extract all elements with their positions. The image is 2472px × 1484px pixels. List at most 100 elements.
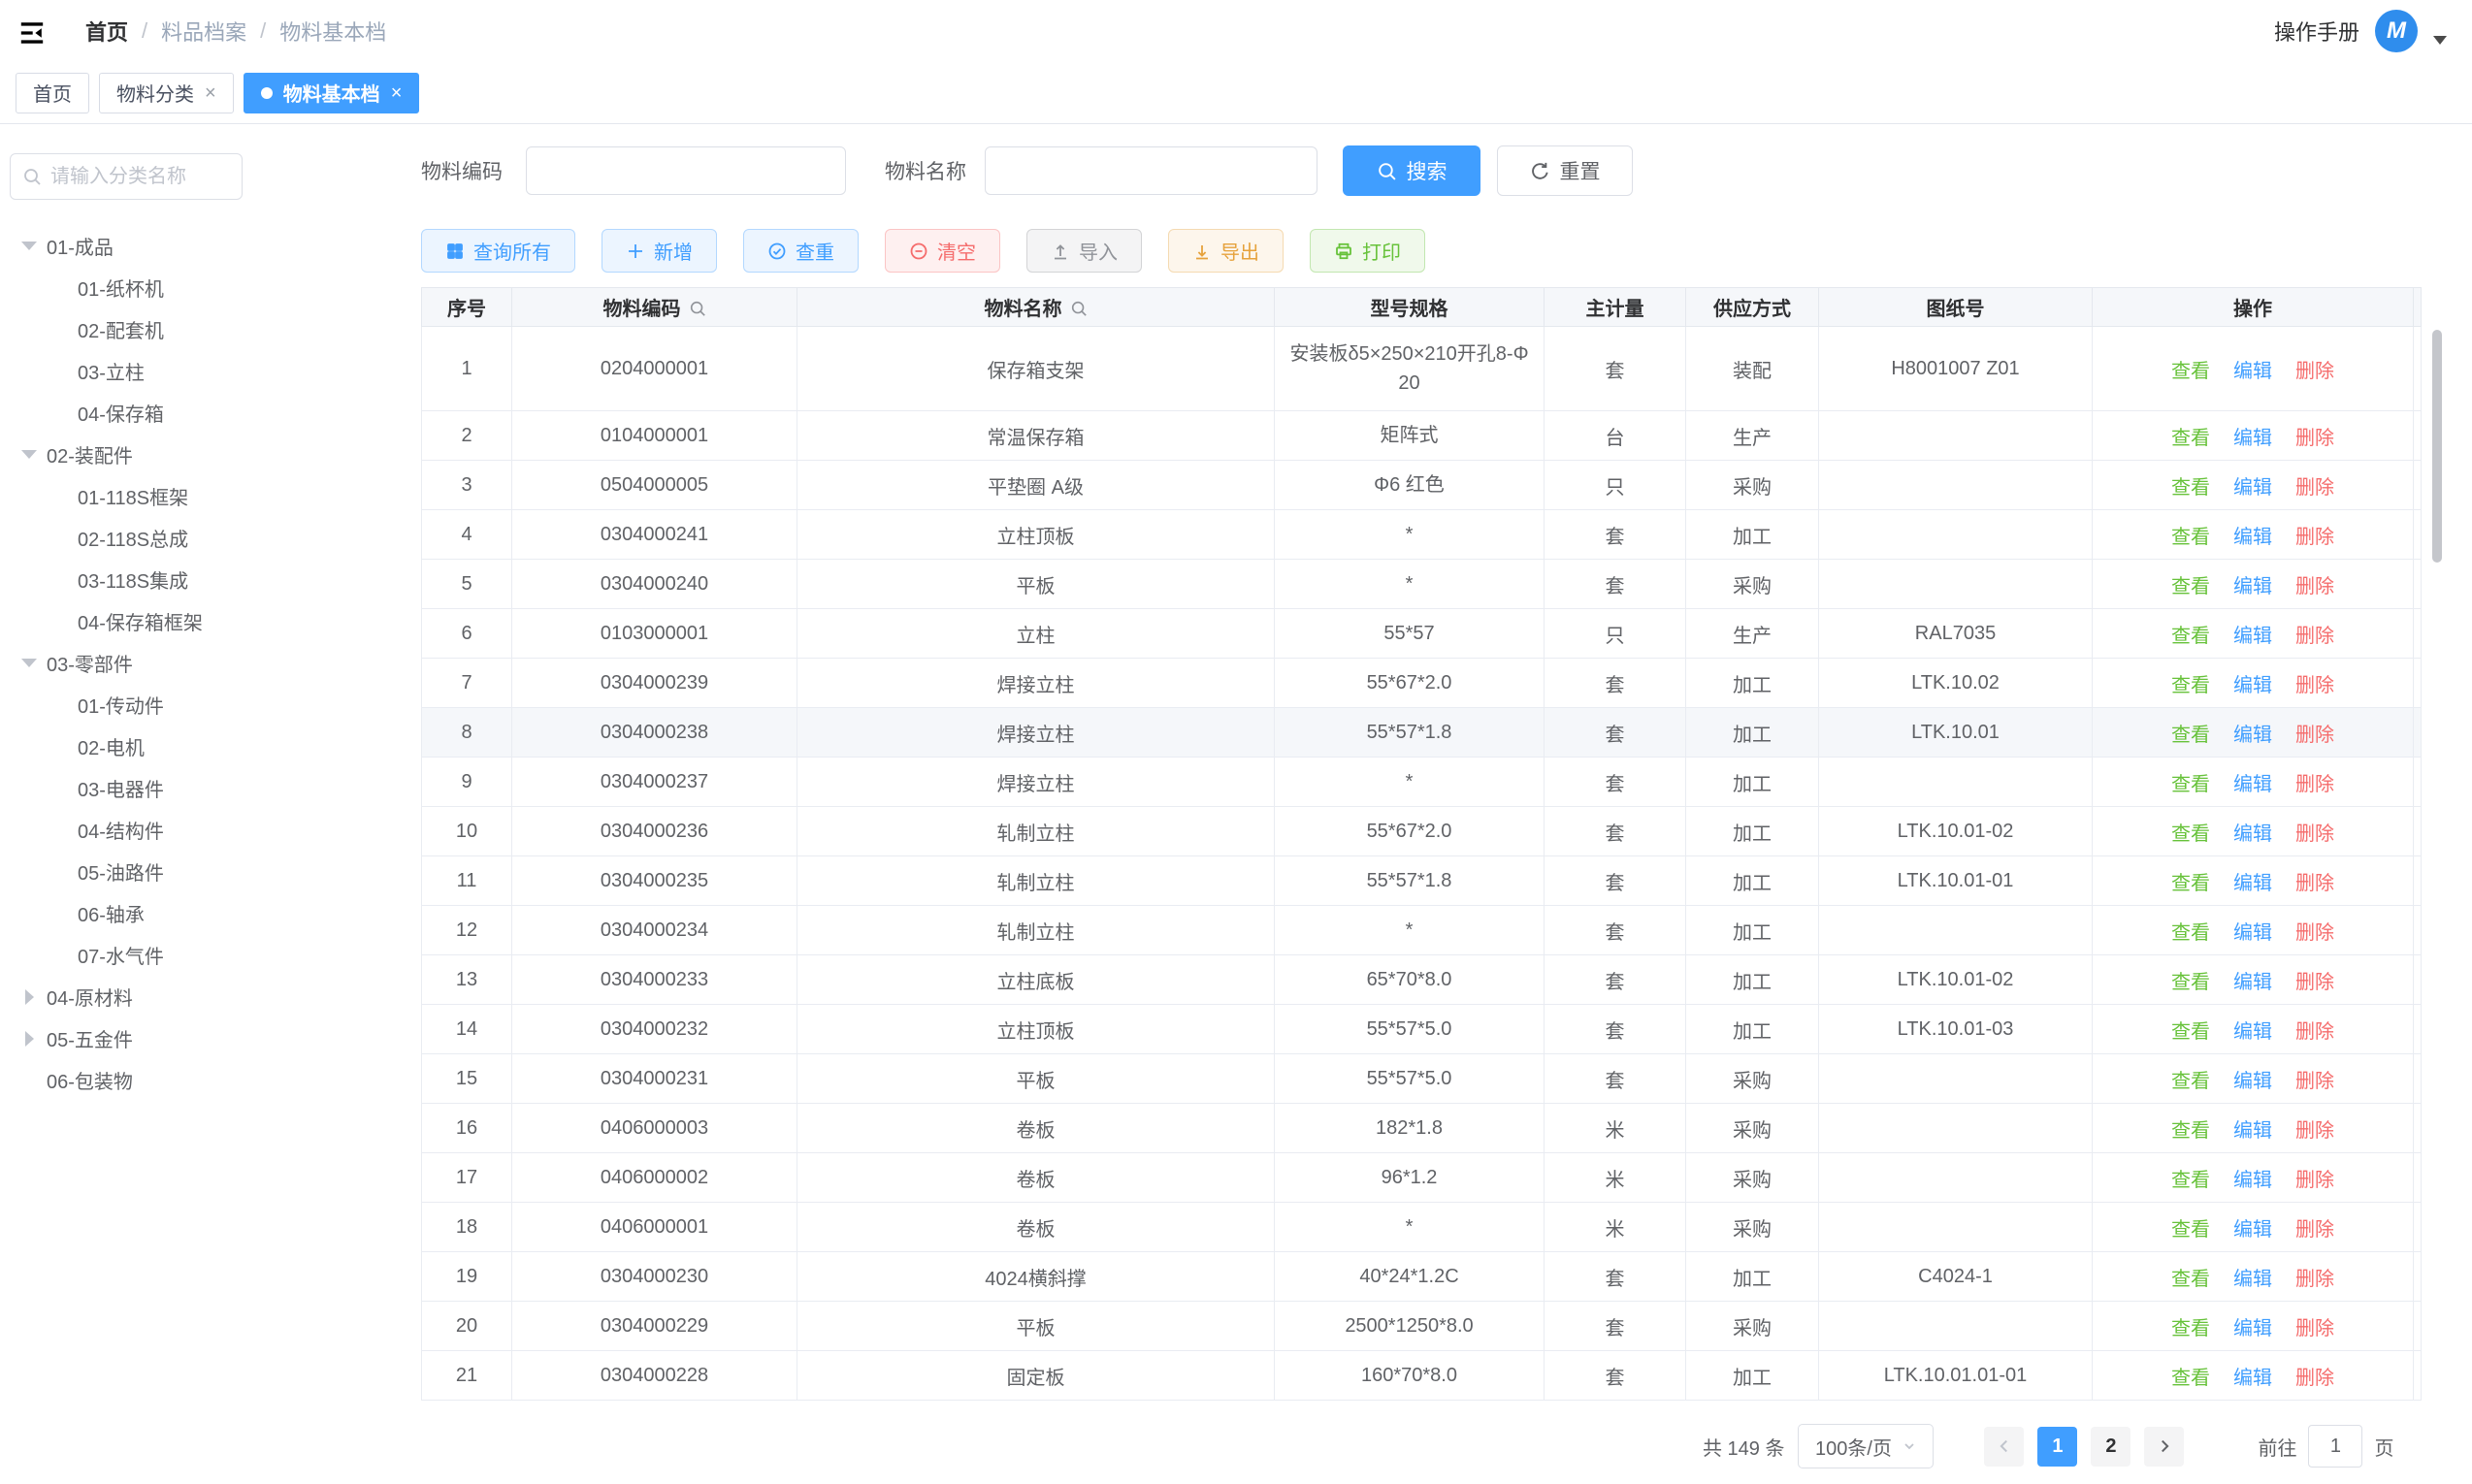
table-row[interactable]: 70304000239焊接立柱55*67*2.0套加工LTK.10.02查看编辑… xyxy=(422,659,2422,708)
view-link[interactable]: 查看 xyxy=(2171,922,2210,944)
edit-link[interactable]: 编辑 xyxy=(2233,1219,2272,1241)
tab-item[interactable]: 首页 xyxy=(16,73,89,113)
column-search-icon[interactable] xyxy=(689,300,706,317)
next-page-button[interactable] xyxy=(2144,1427,2184,1467)
user-menu-caret-icon[interactable] xyxy=(2433,36,2447,45)
view-link[interactable]: 查看 xyxy=(2171,774,2210,795)
edit-link[interactable]: 编辑 xyxy=(2233,774,2272,795)
edit-link[interactable]: 编辑 xyxy=(2233,527,2272,548)
toolbar-button-minus-circle[interactable]: 清空 xyxy=(885,229,1000,273)
view-link[interactable]: 查看 xyxy=(2171,873,2210,894)
expand-arrow-icon[interactable] xyxy=(21,450,37,459)
tree-node[interactable]: 05-五金件 xyxy=(0,1017,291,1059)
view-link[interactable]: 查看 xyxy=(2171,1071,2210,1092)
delete-link[interactable]: 删除 xyxy=(2295,428,2334,449)
tab-item[interactable]: 物料分类× xyxy=(99,73,234,113)
delete-link[interactable]: 删除 xyxy=(2295,1071,2334,1092)
delete-link[interactable]: 删除 xyxy=(2295,1170,2334,1191)
delete-link[interactable]: 删除 xyxy=(2295,1120,2334,1142)
view-link[interactable]: 查看 xyxy=(2171,1219,2210,1241)
table-row[interactable]: 100304000236轧制立柱55*67*2.0套加工LTK.10.01-02… xyxy=(422,807,2422,856)
delete-link[interactable]: 删除 xyxy=(2295,922,2334,944)
table-row[interactable]: 120304000234轧制立柱*套加工查看编辑删除 xyxy=(422,906,2422,955)
edit-link[interactable]: 编辑 xyxy=(2233,1120,2272,1142)
tree-node[interactable]: 03-零部件 xyxy=(0,642,291,684)
table-row[interactable]: 150304000231平板55*57*5.0套采购查看编辑删除 xyxy=(422,1054,2422,1104)
tree-node[interactable]: 06-包装物 xyxy=(0,1059,291,1101)
tab-active[interactable]: 物料基本档× xyxy=(244,73,420,113)
table-row[interactable]: 160406000003卷板182*1.8米采购查看编辑删除 xyxy=(422,1104,2422,1153)
edit-link[interactable]: 编辑 xyxy=(2233,361,2272,382)
table-row[interactable]: 180406000001卷板*米采购查看编辑删除 xyxy=(422,1203,2422,1252)
table-row[interactable]: 60103000001立柱55*57只生产RAL7035查看编辑删除 xyxy=(422,609,2422,659)
edit-link[interactable]: 编辑 xyxy=(2233,972,2272,993)
view-link[interactable]: 查看 xyxy=(2171,626,2210,647)
sidebar-collapse-icon[interactable] xyxy=(17,19,47,47)
delete-link[interactable]: 删除 xyxy=(2295,361,2334,382)
tree-child-node[interactable]: 04-保存箱 xyxy=(0,392,291,434)
delete-link[interactable]: 删除 xyxy=(2295,873,2334,894)
tree-node[interactable]: 01-成品 xyxy=(0,225,291,267)
table-row[interactable]: 50304000240平板*套采购查看编辑删除 xyxy=(422,560,2422,609)
toolbar-button-check-circle[interactable]: 查重 xyxy=(743,229,859,273)
table-row[interactable]: 200304000229平板2500*1250*8.0套采购查看编辑删除 xyxy=(422,1302,2422,1351)
edit-link[interactable]: 编辑 xyxy=(2233,725,2272,746)
collapse-arrow-icon[interactable] xyxy=(21,1031,37,1047)
edit-link[interactable]: 编辑 xyxy=(2233,576,2272,597)
goto-page-input[interactable] xyxy=(2308,1425,2362,1468)
edit-link[interactable]: 编辑 xyxy=(2233,823,2272,845)
delete-link[interactable]: 删除 xyxy=(2295,1269,2334,1290)
avatar[interactable]: M xyxy=(2375,10,2418,52)
tree-child-node[interactable]: 07-水气件 xyxy=(0,934,291,976)
page-button-2[interactable]: 2 xyxy=(2091,1427,2130,1467)
delete-link[interactable]: 删除 xyxy=(2295,725,2334,746)
delete-link[interactable]: 删除 xyxy=(2295,1368,2334,1389)
table-row[interactable]: 20104000001常温保存箱矩阵式台生产查看编辑删除 xyxy=(422,411,2422,461)
edit-link[interactable]: 编辑 xyxy=(2233,1318,2272,1339)
tree-child-node[interactable]: 02-电机 xyxy=(0,726,291,767)
table-scrollbar[interactable] xyxy=(2432,330,2442,563)
tab-close-icon[interactable]: × xyxy=(391,83,403,103)
view-link[interactable]: 查看 xyxy=(2171,972,2210,993)
tree-child-node[interactable]: 03-立柱 xyxy=(0,350,291,392)
view-link[interactable]: 查看 xyxy=(2171,1170,2210,1191)
delete-link[interactable]: 删除 xyxy=(2295,527,2334,548)
prev-page-button[interactable] xyxy=(1984,1427,2024,1467)
edit-link[interactable]: 编辑 xyxy=(2233,1269,2272,1290)
tree-child-node[interactable]: 02-配套机 xyxy=(0,308,291,350)
tree-child-node[interactable]: 06-轴承 xyxy=(0,892,291,934)
tab-close-icon[interactable]: × xyxy=(205,83,216,103)
delete-link[interactable]: 删除 xyxy=(2295,477,2334,499)
table-row[interactable]: 210304000228固定板160*70*8.0套加工LTK.10.01.01… xyxy=(422,1351,2422,1401)
view-link[interactable]: 查看 xyxy=(2171,576,2210,597)
delete-link[interactable]: 删除 xyxy=(2295,972,2334,993)
delete-link[interactable]: 删除 xyxy=(2295,1318,2334,1339)
edit-link[interactable]: 编辑 xyxy=(2233,675,2272,696)
page-button-1[interactable]: 1 xyxy=(2037,1427,2077,1467)
edit-link[interactable]: 编辑 xyxy=(2233,1021,2272,1043)
edit-link[interactable]: 编辑 xyxy=(2233,1368,2272,1389)
tree-node[interactable]: 02-装配件 xyxy=(0,434,291,475)
column-search-icon[interactable] xyxy=(1070,300,1088,317)
delete-link[interactable]: 删除 xyxy=(2295,823,2334,845)
view-link[interactable]: 查看 xyxy=(2171,1021,2210,1043)
tree-child-node[interactable]: 01-纸杯机 xyxy=(0,267,291,308)
table-row[interactable]: 1903040002304024横斜撑40*24*1.2C套加工C4024-1查… xyxy=(422,1252,2422,1302)
delete-link[interactable]: 删除 xyxy=(2295,626,2334,647)
table-row[interactable]: 80304000238焊接立柱55*57*1.8套加工LTK.10.01查看编辑… xyxy=(422,708,2422,758)
delete-link[interactable]: 删除 xyxy=(2295,675,2334,696)
toolbar-button-upload[interactable]: 导入 xyxy=(1026,229,1142,273)
edit-link[interactable]: 编辑 xyxy=(2233,1170,2272,1191)
manual-link[interactable]: 操作手册 xyxy=(2274,16,2359,47)
view-link[interactable]: 查看 xyxy=(2171,1120,2210,1142)
edit-link[interactable]: 编辑 xyxy=(2233,626,2272,647)
view-link[interactable]: 查看 xyxy=(2171,675,2210,696)
expand-arrow-icon[interactable] xyxy=(21,659,37,667)
tree-child-node[interactable]: 03-118S集成 xyxy=(0,559,291,600)
view-link[interactable]: 查看 xyxy=(2171,1269,2210,1290)
search-button[interactable]: 搜索 xyxy=(1343,145,1480,196)
table-row[interactable]: 140304000232立柱顶板55*57*5.0套加工LTK.10.01-03… xyxy=(422,1005,2422,1054)
edit-link[interactable]: 编辑 xyxy=(2233,477,2272,499)
collapse-arrow-icon[interactable] xyxy=(21,989,37,1005)
delete-link[interactable]: 删除 xyxy=(2295,774,2334,795)
